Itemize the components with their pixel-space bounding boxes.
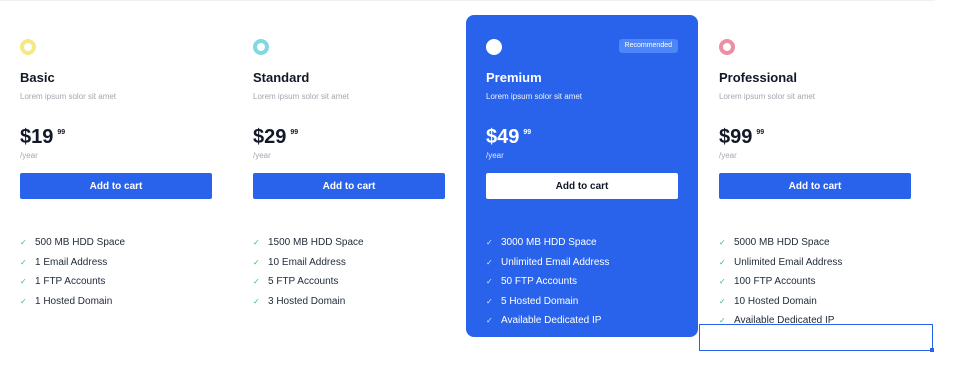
plan-name: Premium xyxy=(486,70,542,85)
check-icon: ✓ xyxy=(719,257,726,267)
feature-item: ✓ 500 MB HDD Space xyxy=(20,233,125,253)
feature-list: ✓ 5000 MB HDD Space ✓ Unlimited Email Addr… xyxy=(719,233,842,331)
check-icon: ✓ xyxy=(20,277,27,287)
feature-label: Unlimited Email Address xyxy=(501,256,610,268)
feature-item: ✓ Unlimited Email Address xyxy=(486,253,609,273)
feature-item: ✓ Unlimited Email Address xyxy=(719,253,842,273)
feature-item: ✓ 3 Hosted Domain xyxy=(253,292,364,312)
check-icon: ✓ xyxy=(486,277,493,287)
check-icon: ✓ xyxy=(719,296,726,306)
recommended-badge: Recommended xyxy=(618,39,678,53)
feature-label: Available Dedicated IP xyxy=(501,315,602,327)
pink-ring-icon xyxy=(719,39,735,55)
feature-item: ✓ Available Dedicated IP xyxy=(486,311,609,331)
price-cents: 99 xyxy=(57,129,66,136)
feature-label: 5 Hosted Domain xyxy=(501,295,579,307)
feature-item: ✓ 50 FTP Accounts xyxy=(486,272,609,292)
plan-price: $99 99 xyxy=(719,125,764,149)
plan-name: Professional xyxy=(719,70,798,85)
add-to-cart-button[interactable]: Add to cart xyxy=(486,173,678,199)
feature-item: ✓ 1 Hosted Domain xyxy=(20,292,125,312)
plan-price: $29 99 xyxy=(253,125,298,149)
check-icon: ✓ xyxy=(486,257,493,267)
feature-label: 1 Hosted Domain xyxy=(35,295,113,307)
plan-price: $49 99 xyxy=(486,125,531,149)
plan-description: Lorem ipsum solor sit amet xyxy=(486,92,583,101)
selection-box[interactable] xyxy=(699,324,934,352)
feature-item: ✓ 1500 MB HDD Space xyxy=(253,233,364,253)
check-icon: ✓ xyxy=(486,296,493,306)
feature-item: ✓ 1 FTP Accounts xyxy=(20,272,125,292)
add-to-cart-button[interactable]: Add to cart xyxy=(20,173,212,199)
feature-item: ✓ 5 Hosted Domain xyxy=(486,292,609,312)
feature-list: ✓ 500 MB HDD Space ✓ 1 Email Address ✓ 1 FT… xyxy=(20,233,125,311)
plan-description: Lorem ipsum solor sit amet xyxy=(20,92,117,101)
check-icon: ✓ xyxy=(253,238,260,248)
pricing-card-professional: Professional Lorem ipsum solor sit amet … xyxy=(699,15,931,337)
check-icon: ✓ xyxy=(253,277,260,287)
check-icon: ✓ xyxy=(253,296,260,306)
feature-label: 50 FTP Accounts xyxy=(501,276,577,288)
pricing-card-premium: Recommended Premium Lorem ipsum solor si… xyxy=(466,15,698,337)
plan-description: Lorem ipsum solor sit amet xyxy=(253,92,350,101)
pricing-page: Basic Lorem ipsum solor sit amet $19 99 … xyxy=(0,0,972,380)
feature-label: 100 FTP Accounts xyxy=(734,276,816,288)
price-amount: $49 xyxy=(486,126,520,148)
feature-label: 1500 MB HDD Space xyxy=(268,237,364,249)
feature-label: Unlimited Email Address xyxy=(734,256,843,268)
price-cents: 99 xyxy=(756,129,765,136)
top-divider xyxy=(0,0,935,1)
pricing-card-standard: Standard Lorem ipsum solor sit amet $29 … xyxy=(233,15,465,337)
pricing-card-basic: Basic Lorem ipsum solor sit amet $19 99 … xyxy=(0,15,232,337)
add-to-cart-button[interactable]: Add to cart xyxy=(719,173,911,199)
feature-list: ✓ 1500 MB HDD Space ✓ 10 Email Address ✓ 5 … xyxy=(253,233,364,311)
feature-item: ✓ 10 Email Address xyxy=(253,253,364,273)
price-cents: 99 xyxy=(523,129,532,136)
check-icon: ✓ xyxy=(486,316,493,326)
resize-handle[interactable] xyxy=(930,348,934,352)
billing-period: /year xyxy=(486,151,504,160)
feature-label: 10 Hosted Domain xyxy=(734,295,817,307)
feature-item: ✓ 5000 MB HDD Space xyxy=(719,233,842,253)
price-amount: $99 xyxy=(719,126,753,148)
feature-label: 3 Hosted Domain xyxy=(268,295,346,307)
check-icon: ✓ xyxy=(20,238,27,248)
feature-label: 3000 MB HDD Space xyxy=(501,237,597,249)
billing-period: /year xyxy=(719,151,737,160)
feature-label: 10 Email Address xyxy=(268,256,346,268)
feature-label: 5000 MB HDD Space xyxy=(734,237,830,249)
feature-item: ✓ 5 FTP Accounts xyxy=(253,272,364,292)
price-cents: 99 xyxy=(290,129,299,136)
feature-item: ✓ 100 FTP Accounts xyxy=(719,272,842,292)
price-amount: $29 xyxy=(253,126,287,148)
billing-period: /year xyxy=(20,151,38,160)
feature-item: ✓ 3000 MB HDD Space xyxy=(486,233,609,253)
plan-price: $19 99 xyxy=(20,125,65,149)
check-icon: ✓ xyxy=(20,257,27,267)
price-amount: $19 xyxy=(20,126,54,148)
check-icon: ✓ xyxy=(486,238,493,248)
plan-name: Basic xyxy=(20,70,55,85)
feature-item: ✓ 10 Hosted Domain xyxy=(719,292,842,312)
white-ring-icon xyxy=(486,39,502,55)
add-to-cart-button[interactable]: Add to cart xyxy=(253,173,445,199)
billing-period: /year xyxy=(253,151,271,160)
feature-label: 5 FTP Accounts xyxy=(268,276,339,288)
plan-name: Standard xyxy=(253,70,310,85)
feature-label: 1 FTP Accounts xyxy=(35,276,106,288)
check-icon: ✓ xyxy=(719,277,726,287)
feature-list: ✓ 3000 MB HDD Space ✓ Unlimited Email Addr… xyxy=(486,233,609,331)
feature-label: 500 MB HDD Space xyxy=(35,237,126,249)
yellow-ring-icon xyxy=(20,39,36,55)
feature-item: ✓ 1 Email Address xyxy=(20,253,125,273)
teal-ring-icon xyxy=(253,39,269,55)
check-icon: ✓ xyxy=(719,238,726,248)
feature-label: 1 Email Address xyxy=(35,256,108,268)
check-icon: ✓ xyxy=(253,257,260,267)
check-icon: ✓ xyxy=(20,296,27,306)
plan-description: Lorem ipsum solor sit amet xyxy=(719,92,816,101)
